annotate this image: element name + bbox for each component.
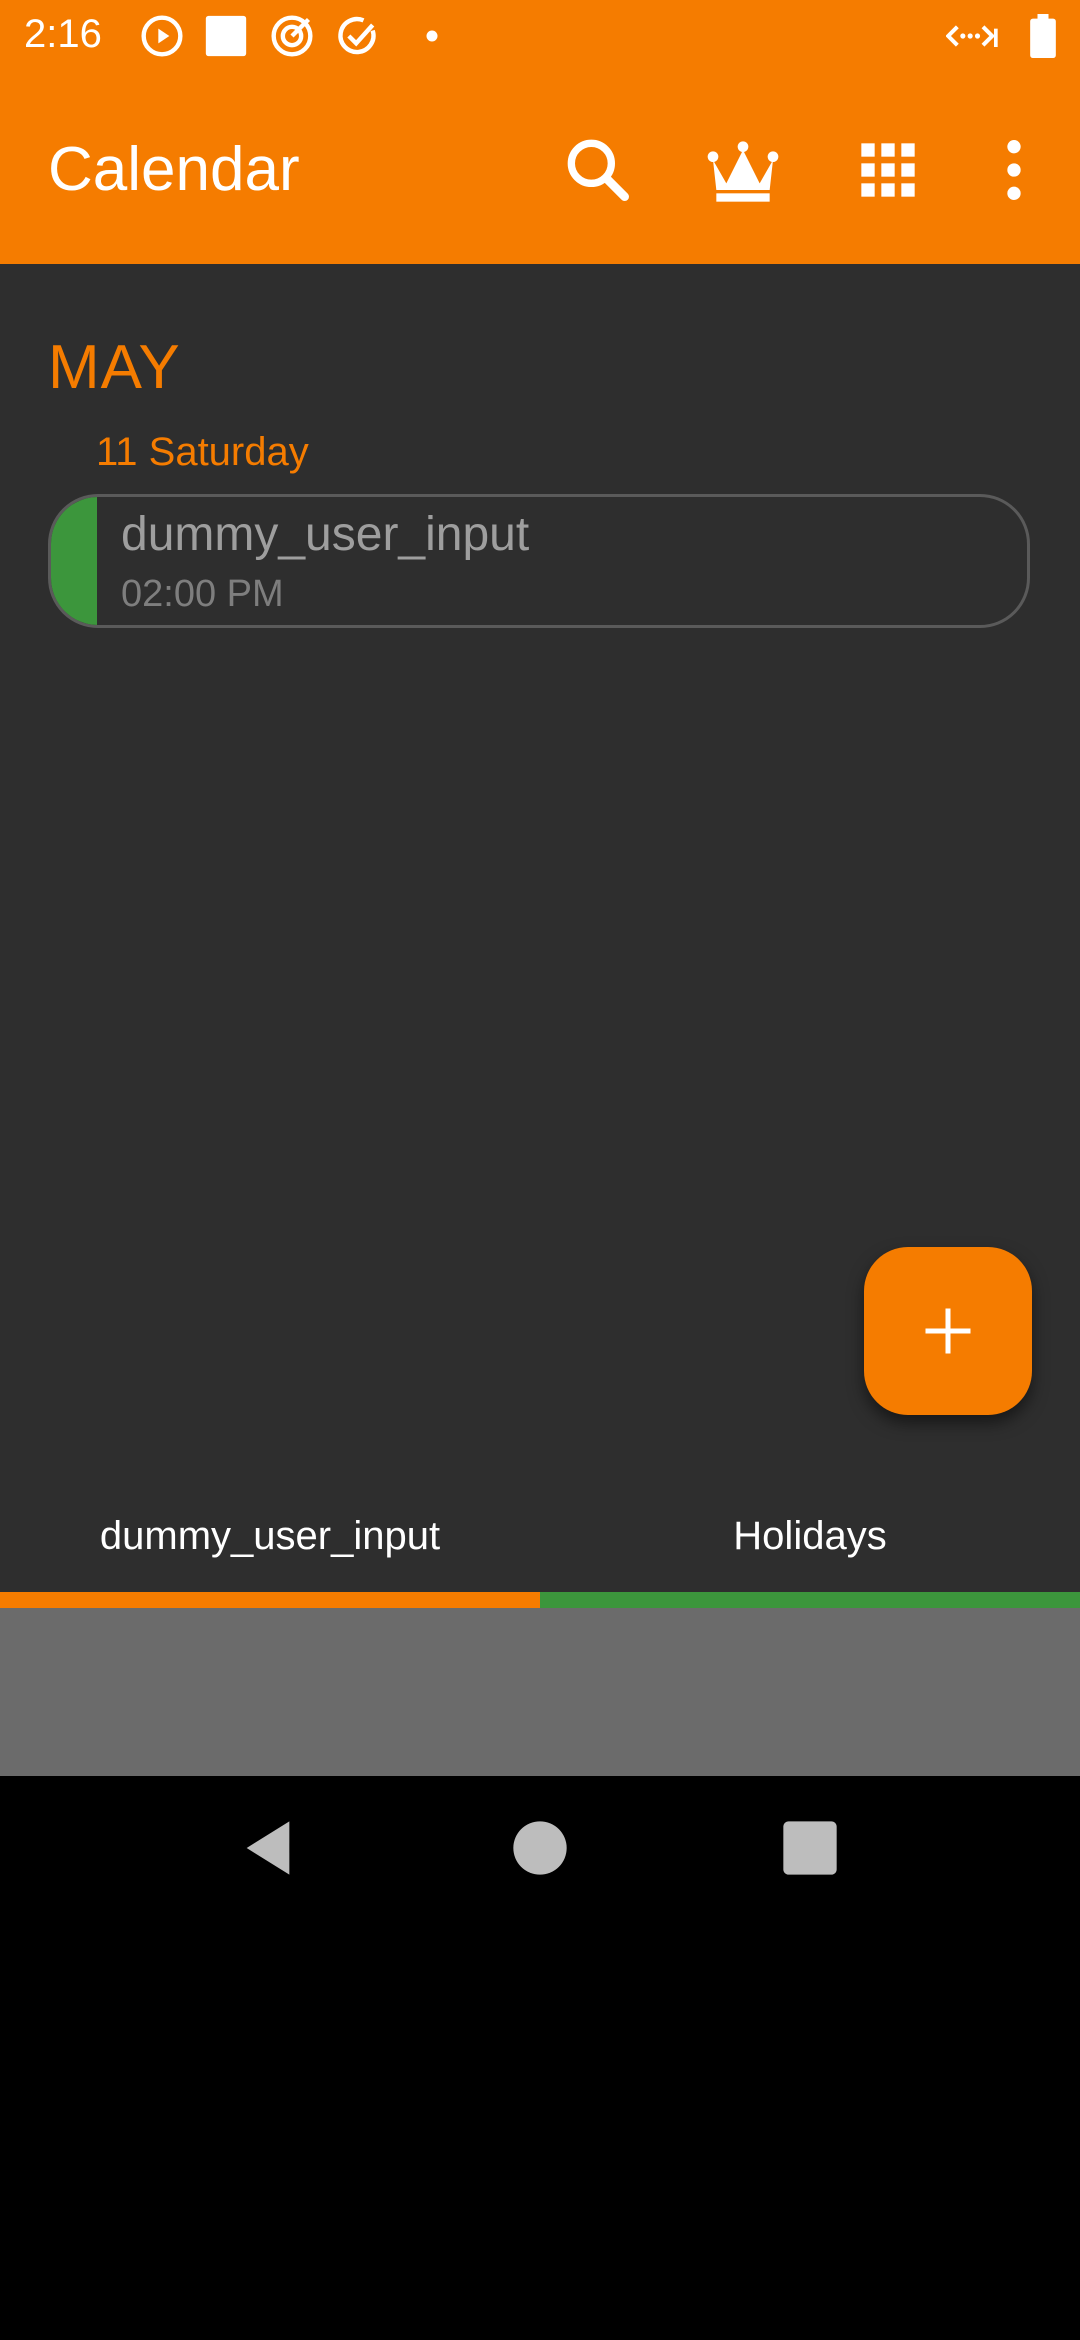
search-button[interactable] <box>558 130 638 210</box>
agenda-list[interactable]: MAY 11 Saturday dummy_user_input 02:00 P… <box>0 264 1080 1492</box>
grid-icon <box>861 143 915 197</box>
home-icon <box>513 1821 567 1875</box>
play-circle-icon <box>141 15 183 57</box>
tab-holidays[interactable]: Holidays <box>540 1492 1080 1608</box>
app-bar: Calendar <box>0 72 1080 264</box>
status-icons-right <box>946 14 1056 58</box>
bottom-panel <box>0 1608 1080 1776</box>
status-bar: 2:16 <box>0 0 1080 72</box>
recents-icon <box>783 1821 837 1875</box>
tab-label: dummy_user_input <box>99 1514 441 1558</box>
home-button[interactable] <box>508 1816 572 1880</box>
back-icon <box>246 1821 290 1875</box>
grid-view-button[interactable] <box>848 130 928 210</box>
event-item[interactable]: dummy_user_input 02:00 PM <box>48 494 1030 628</box>
more-options-button[interactable] <box>974 130 1054 210</box>
status-time: 2:16 <box>24 12 102 56</box>
event-title: dummy_user_input <box>121 508 530 561</box>
premium-button[interactable] <box>703 130 783 210</box>
plus-icon <box>925 1308 971 1354</box>
crown-icon <box>707 141 779 202</box>
month-header: MAY <box>48 333 181 402</box>
event-color-stripe <box>51 497 97 625</box>
calendar-tabs: dummy_user_input Holidays <box>0 1492 1080 1608</box>
search-icon <box>567 139 629 202</box>
data-saver-icon <box>946 25 998 47</box>
tab-indicator <box>0 1592 540 1608</box>
battery-icon <box>1030 14 1056 58</box>
check-circle-icon <box>338 16 376 55</box>
tab-label: Holidays <box>733 1514 887 1558</box>
target-icon <box>271 15 313 57</box>
tab-dummy-user-input[interactable]: dummy_user_input <box>0 1492 540 1608</box>
event-time: 02:00 PM <box>121 573 284 615</box>
page-title: Calendar <box>48 135 300 204</box>
back-button[interactable] <box>236 1816 300 1880</box>
dot-icon <box>426 30 438 42</box>
tab-indicator <box>540 1592 1080 1608</box>
system-nav-bar <box>0 1776 1080 1920</box>
day-header: 11 Saturday <box>96 430 309 474</box>
square-icon <box>205 15 247 57</box>
recents-button[interactable] <box>778 1816 842 1880</box>
add-event-button[interactable] <box>864 1247 1032 1415</box>
more-vert-icon <box>1007 140 1021 200</box>
